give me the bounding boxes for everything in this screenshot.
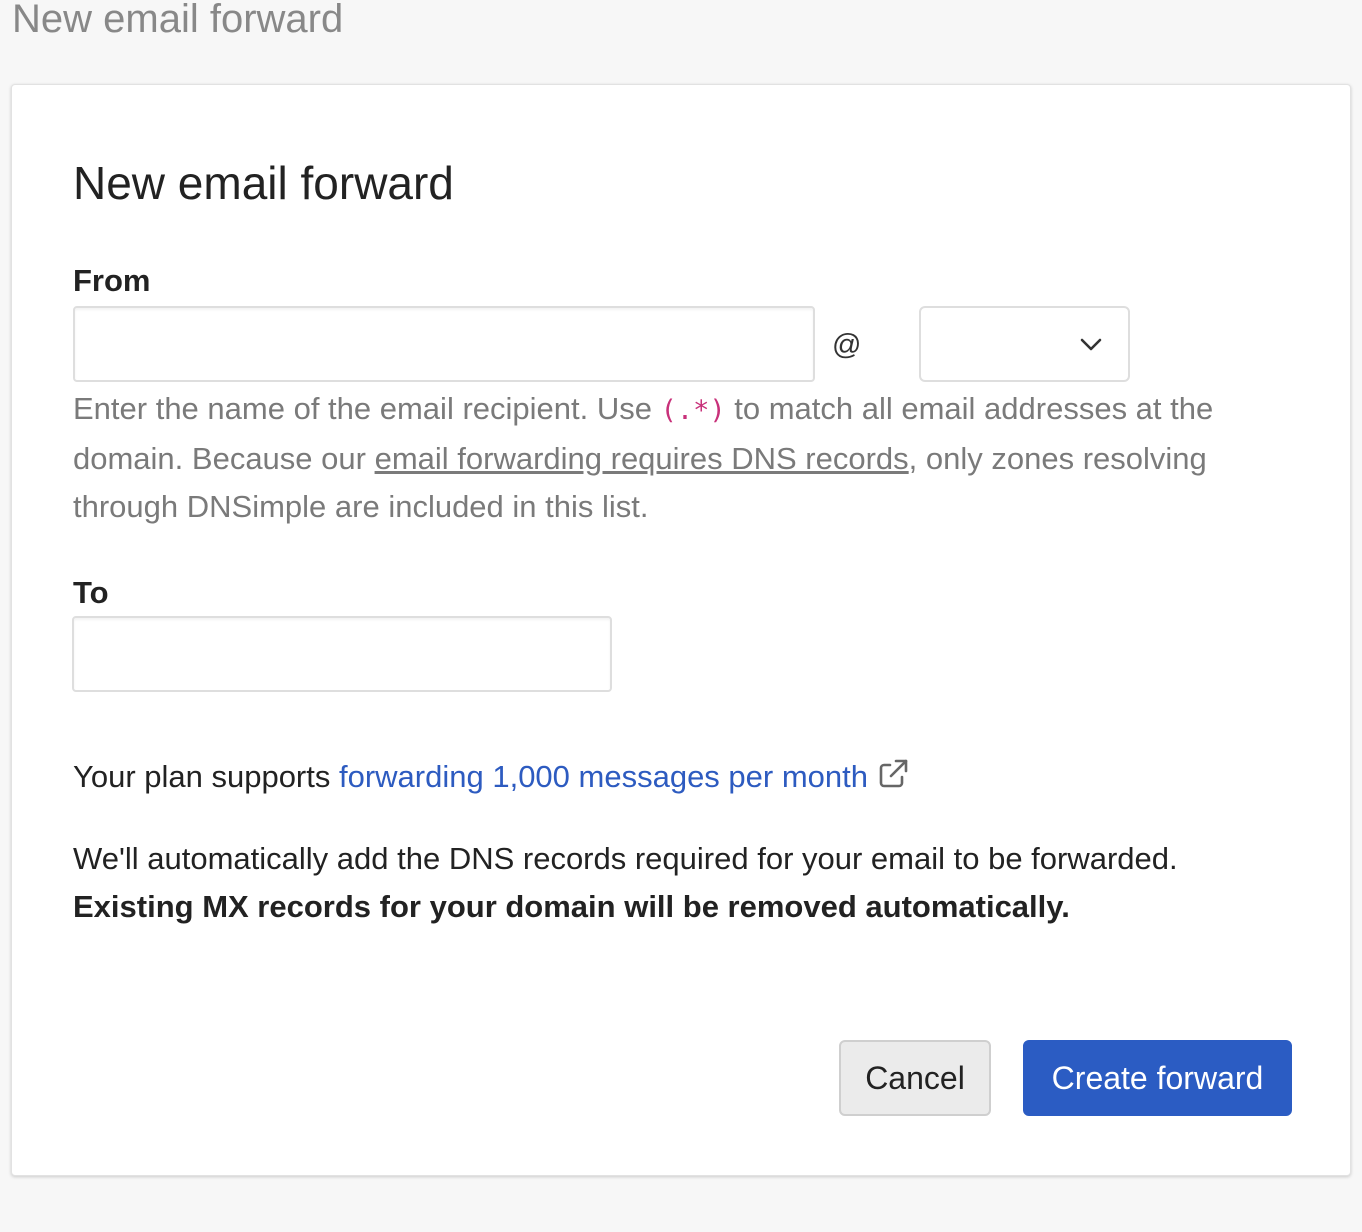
to-label: To	[73, 575, 109, 610]
mx-warning: Existing MX records for your domain will…	[73, 889, 1070, 924]
plan-forwarding-link[interactable]: forwarding 1,000 messages per month	[339, 759, 910, 794]
from-help-text: Enter the name of the email recipient. U…	[73, 385, 1293, 531]
dns-notice-text: We'll automatically add the DNS records …	[73, 841, 1178, 876]
external-link-icon	[879, 759, 908, 788]
card-title: New email forward	[73, 157, 454, 209]
plan-prefix: Your plan supports	[73, 759, 339, 794]
page-heading: New email forward	[12, 0, 344, 41]
plan-text: Your plan supports forwarding 1,000 mess…	[73, 755, 910, 799]
create-forward-button[interactable]: Create forward	[1023, 1040, 1292, 1116]
chevron-down-icon	[1080, 338, 1102, 351]
domain-select[interactable]	[919, 306, 1130, 382]
dns-notice: We'll automatically add the DNS records …	[73, 835, 1313, 931]
from-label: From	[73, 263, 151, 298]
to-input[interactable]	[72, 616, 612, 692]
help-text-part1: Enter the name of the email recipient. U…	[73, 391, 661, 426]
at-symbol: @	[832, 329, 862, 361]
dns-records-link[interactable]: email forwarding requires DNS records	[375, 441, 909, 476]
new-email-forward-card: New email forward From @ Enter the name …	[11, 84, 1351, 1176]
plan-link-label: forwarding 1,000 messages per month	[338, 759, 868, 794]
cancel-button[interactable]: Cancel	[839, 1040, 991, 1116]
from-input[interactable]	[73, 306, 815, 382]
regex-code: (.*)	[660, 395, 726, 426]
